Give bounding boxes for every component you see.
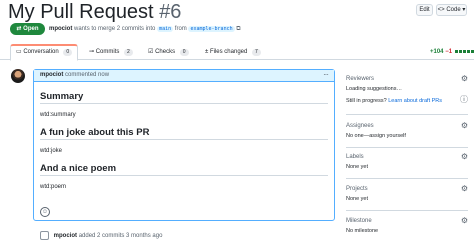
head-branch[interactable]: example-branch [188, 26, 235, 32]
sidebar-assignees: Assignees ⚙ No one—assign yourself [346, 121, 468, 139]
tab-count: 0 [63, 49, 73, 56]
tab-label: Files changed [209, 49, 248, 55]
gear-icon[interactable]: ⚙ [461, 184, 468, 193]
sidebar-value[interactable]: No one—assign yourself [346, 133, 468, 139]
pr-title-text: My Pull Request [8, 1, 154, 23]
pr-open-icon: ⇄ [16, 26, 22, 32]
sidebar-reviewers: Reviewers ⚙ Loading suggestions… Still i… [346, 74, 468, 105]
from-text: from [174, 26, 187, 32]
copy-icon[interactable]: ⧉ [236, 26, 240, 32]
divider [346, 210, 468, 211]
section-heading: And a nice poem [40, 163, 328, 176]
gear-icon[interactable]: ⚙ [461, 74, 468, 83]
sidebar-labels: Labels ⚙ None yet [346, 152, 468, 170]
gear-icon[interactable]: ⚙ [461, 121, 468, 130]
sidebar-title: Assignees [346, 123, 374, 129]
divider [346, 147, 468, 148]
timeline-author[interactable]: mpociot [54, 233, 77, 239]
tab-checks[interactable]: ☑ Checks 0 [148, 44, 189, 60]
comment-card: mpociot commented now ··· Summary wtd:su… [33, 69, 335, 221]
tab-commits[interactable]: ⊸ Commits 2 [89, 44, 133, 60]
commit-icon: ⊸ [89, 49, 95, 55]
gear-icon[interactable]: ⚙ [461, 216, 468, 225]
pr-meta: mpociot wants to merge 2 commits into ma… [49, 23, 241, 35]
meta-text: wants to merge 2 commits into [74, 26, 156, 32]
sidebar-title: Milestone [346, 218, 372, 224]
sidebar-milestone: Milestone ⚙ No milestone [346, 216, 468, 234]
info-icon[interactable]: ⓘ [460, 94, 468, 105]
tab-label: Conversation [23, 49, 59, 55]
page-title: My Pull Request #6 [8, 1, 181, 24]
tab-files-changed[interactable]: ± Files changed 7 [205, 44, 261, 60]
status-label: Open [23, 26, 39, 32]
sidebar-value: Loading suggestions… [346, 86, 402, 92]
draft-note: Still in progress? Learn about draft PRs [346, 98, 468, 104]
divider [346, 178, 468, 179]
status-badge: ⇄ Open [10, 23, 45, 35]
sidebar-title: Labels [346, 154, 364, 160]
tab-count: 7 [252, 49, 261, 56]
comment-body: Summary wtd:summary A fun joke about thi… [34, 91, 334, 190]
commit-push-icon [40, 230, 49, 240]
divider [346, 114, 468, 115]
tab-label: Checks [155, 49, 176, 55]
kebab-icon[interactable]: ··· [323, 70, 329, 80]
sidebar-value: None yet [346, 196, 369, 202]
pr-number: #6 [159, 1, 182, 23]
sidebar-title: Projects [346, 186, 368, 192]
tab-conversation[interactable]: ▭ Conversation 0 [10, 44, 79, 61]
draft-prefix: Still in progress? [346, 98, 387, 104]
tab-count: 2 [124, 49, 133, 56]
section-text: wtd:poem [40, 184, 67, 190]
section-heading: A fun joke about this PR [40, 127, 328, 140]
sidebar-title: Reviewers [346, 76, 375, 82]
sidebar-projects: Projects ⚙ None yet [346, 184, 468, 202]
smiley-icon[interactable]: ☺ [40, 207, 50, 217]
comment-header: mpociot commented now ··· [34, 70, 334, 82]
checks-icon: ☑ [148, 49, 154, 55]
sidebar-value: None yet [346, 164, 369, 170]
sidebar-value: No milestone [346, 228, 379, 234]
avatar[interactable] [11, 69, 25, 83]
gear-icon[interactable]: ⚙ [461, 152, 468, 161]
draft-link[interactable]: Learn about draft PRs [388, 98, 442, 104]
timeline-text: added 2 commits 3 months ago [78, 233, 163, 239]
comment-action: commented now [65, 72, 110, 78]
file-diff-icon: ± [205, 49, 209, 55]
section-text: wtd:summary [40, 112, 76, 118]
timeline-item: mpociot added 2 commits 3 months ago [40, 229, 162, 243]
base-branch[interactable]: main [157, 26, 174, 32]
section-text: wtd:joke [40, 148, 63, 154]
author-link[interactable]: mpociot [49, 26, 72, 32]
tab-label: Commits [95, 49, 120, 55]
tab-count: 0 [179, 49, 189, 56]
sidebar: Reviewers ⚙ Loading suggestions… Still i… [346, 0, 474, 245]
section-heading: Summary [40, 91, 328, 104]
conversation-icon: ▭ [16, 49, 22, 55]
comment-author[interactable]: mpociot [40, 72, 63, 78]
